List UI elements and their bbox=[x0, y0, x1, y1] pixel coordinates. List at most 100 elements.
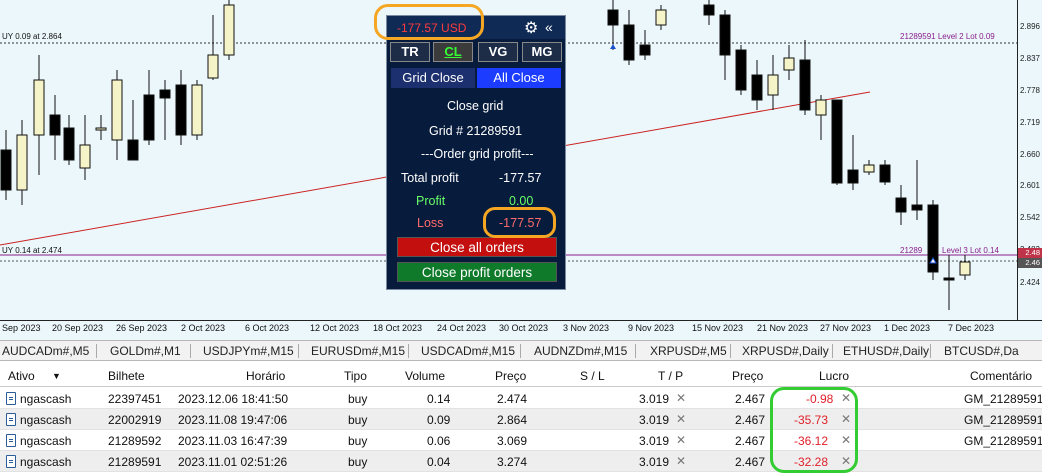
cell-preco: 3.274 bbox=[497, 455, 528, 469]
price-tick-label: 2.896 bbox=[1019, 22, 1040, 31]
bear-candle bbox=[831, 99, 843, 184]
bear-candle bbox=[623, 24, 635, 61]
cell-volume: 0.04 bbox=[427, 455, 451, 469]
price-tick-label: 2.660 bbox=[1019, 150, 1040, 159]
bull-candle bbox=[33, 79, 45, 136]
table-row[interactable]: ngascash 21289591 2023.11.01 02:51:26 bu… bbox=[0, 451, 1042, 472]
double-chevron-left-icon[interactable]: « bbox=[545, 19, 553, 35]
time-tick-label: 21 Nov 2023 bbox=[757, 323, 809, 333]
cell-bilhete: 22397451 bbox=[108, 392, 162, 406]
tab-separator bbox=[832, 344, 833, 358]
bull-candle bbox=[783, 57, 795, 71]
col-header-preco-atual[interactable]: Preço bbox=[732, 369, 763, 383]
tab-separator bbox=[635, 344, 636, 358]
bear-candle bbox=[143, 94, 155, 141]
cell-comentario: GM_21289591 bbox=[964, 434, 1042, 448]
sort-down-icon[interactable]: ▼ bbox=[52, 371, 61, 381]
bear-candle bbox=[175, 84, 187, 136]
tab-tr[interactable]: TR bbox=[390, 42, 430, 62]
close-position-icon[interactable]: ✕ bbox=[841, 433, 851, 447]
close-position-icon[interactable]: ✕ bbox=[841, 391, 851, 405]
symbol-tab-xrpusd-daily[interactable]: XRPUSD#,Daily bbox=[742, 344, 829, 358]
col-header-bilhete[interactable]: Bilhete bbox=[108, 369, 145, 383]
col-header-comentario[interactable]: Comentário bbox=[970, 369, 1032, 383]
bull-candle bbox=[111, 79, 123, 141]
bull-candle bbox=[815, 99, 827, 116]
cell-ativo: ngascash bbox=[20, 455, 72, 469]
symbol-tab-usdjpy-m15[interactable]: USDJPYm#,M15 bbox=[203, 344, 294, 358]
remove-tp-icon[interactable]: ✕ bbox=[676, 454, 686, 468]
time-tick-label: 9 Nov 2023 bbox=[628, 323, 675, 333]
symbol-tab-gold-m1[interactable]: GOLDm#,M1 bbox=[110, 344, 181, 358]
time-tick-label: 18 Oct 2023 bbox=[373, 323, 423, 333]
symbol-tab-ethusd-daily[interactable]: ETHUSD#,Daily bbox=[843, 344, 929, 358]
price-scale[interactable]: 2.8962.8372.7782.7192.6602.6012.5422.483… bbox=[1017, 0, 1042, 320]
tab-vg[interactable]: VG bbox=[478, 42, 518, 62]
grid-close-button[interactable]: Grid Close bbox=[391, 68, 475, 88]
cell-preco: 2.474 bbox=[497, 392, 528, 406]
col-header-ativo[interactable]: Ativo bbox=[8, 369, 35, 383]
buy-arrow-marker bbox=[610, 44, 616, 49]
symbol-tab-xrpusd-m5[interactable]: XRPUSD#,M5 bbox=[650, 344, 727, 358]
tab-mg[interactable]: MG bbox=[522, 42, 562, 62]
cell-tipo: buy bbox=[348, 413, 368, 427]
tab-separator bbox=[730, 344, 731, 358]
remove-tp-icon[interactable]: ✕ bbox=[676, 391, 686, 405]
bull-candle bbox=[79, 144, 91, 169]
bear-candle bbox=[879, 164, 891, 183]
bear-candle bbox=[847, 169, 859, 184]
remove-tp-icon[interactable]: ✕ bbox=[676, 433, 686, 447]
col-header-volume[interactable]: Volume bbox=[405, 369, 445, 383]
price-tick-label: 2.424 bbox=[1019, 278, 1040, 287]
gear-icon[interactable]: ⚙ bbox=[524, 18, 538, 38]
loss-label: Loss bbox=[417, 216, 444, 230]
cell-tp: 3.019 bbox=[639, 392, 670, 406]
col-header-sl[interactable]: S / L bbox=[580, 369, 605, 383]
bull-candle bbox=[767, 74, 779, 96]
position-icon bbox=[6, 413, 16, 426]
col-header-tp[interactable]: T / P bbox=[658, 369, 683, 383]
time-axis[interactable]: Sep 2023 20 Sep 2023 26 Sep 2023 2 Oct 2023… bbox=[0, 320, 1042, 340]
symbol-tab-usdcad-m15[interactable]: USDCADm#,M15 bbox=[421, 344, 515, 358]
cell-bilhete: 21289592 bbox=[108, 434, 162, 448]
symbol-tab-audnzd-m15[interactable]: AUDNZDm#,M15 bbox=[534, 344, 627, 358]
cell-lucro: -0.98 bbox=[806, 392, 834, 406]
tab-cl[interactable]: CL bbox=[433, 42, 473, 62]
col-header-horario[interactable]: Horário bbox=[246, 369, 285, 383]
order-grid-profit-heading: ---Order grid profit--- bbox=[421, 147, 534, 161]
grid-level2-label: 21289591 Level 2 Lot 0.09 bbox=[900, 32, 995, 41]
bear-candle bbox=[719, 14, 731, 56]
price-tag-ask: 2.48 bbox=[1018, 248, 1042, 258]
price-tick-label: 2.542 bbox=[1019, 213, 1040, 222]
bear-candle bbox=[751, 74, 763, 101]
all-close-button[interactable]: All Close bbox=[477, 68, 561, 88]
time-tick-label: 2 Oct 2023 bbox=[181, 323, 226, 333]
bear-candle bbox=[607, 9, 619, 26]
close-position-icon[interactable]: ✕ bbox=[841, 412, 851, 426]
col-header-lucro[interactable]: Lucro bbox=[819, 369, 849, 383]
position-icon bbox=[6, 434, 16, 447]
bull-candle bbox=[655, 9, 667, 26]
cell-preco: 2.864 bbox=[497, 413, 528, 427]
remove-tp-icon[interactable]: ✕ bbox=[676, 412, 686, 426]
cell-comentario: GM_21289591 bbox=[964, 392, 1042, 406]
cell-volume: 0.09 bbox=[427, 413, 451, 427]
table-row[interactable]: ngascash 21289592 2023.11.03 16:47:39 bu… bbox=[0, 430, 1042, 451]
cell-bilhete: 21289591 bbox=[108, 455, 162, 469]
table-row[interactable]: ngascash 22002919 2023.11.08 19:47:06 bu… bbox=[0, 409, 1042, 430]
col-header-preco[interactable]: Preço bbox=[495, 369, 526, 383]
close-profit-orders-button[interactable]: Close profit orders bbox=[397, 262, 557, 282]
price-tick-label: 2.719 bbox=[1019, 118, 1040, 127]
table-row[interactable]: ngascash 22397451 2023.12.06 18:41:50 bu… bbox=[0, 388, 1042, 409]
bear-candle bbox=[0, 149, 12, 191]
symbol-tab-btcusd-daily[interactable]: BTCUSD#,Da bbox=[944, 344, 1019, 358]
symbol-tab-eurusd-m15[interactable]: EURUSDm#,M15 bbox=[311, 344, 405, 358]
total-profit-label: Total profit bbox=[401, 171, 459, 185]
symbol-tab-audcad-m5[interactable]: AUDCADm#,M5 bbox=[2, 344, 89, 358]
symbol-tabs-bar: AUDCADm#,M5 GOLDm#,M1 USDJPYm#,M15 EURUS… bbox=[0, 340, 1042, 361]
close-all-orders-button[interactable]: Close all orders bbox=[397, 237, 557, 257]
col-header-tipo[interactable]: Tipo bbox=[344, 369, 367, 383]
cell-horario: 2023.11.03 16:47:39 bbox=[178, 434, 288, 448]
cell-tipo: buy bbox=[348, 434, 368, 448]
close-position-icon[interactable]: ✕ bbox=[841, 454, 851, 468]
